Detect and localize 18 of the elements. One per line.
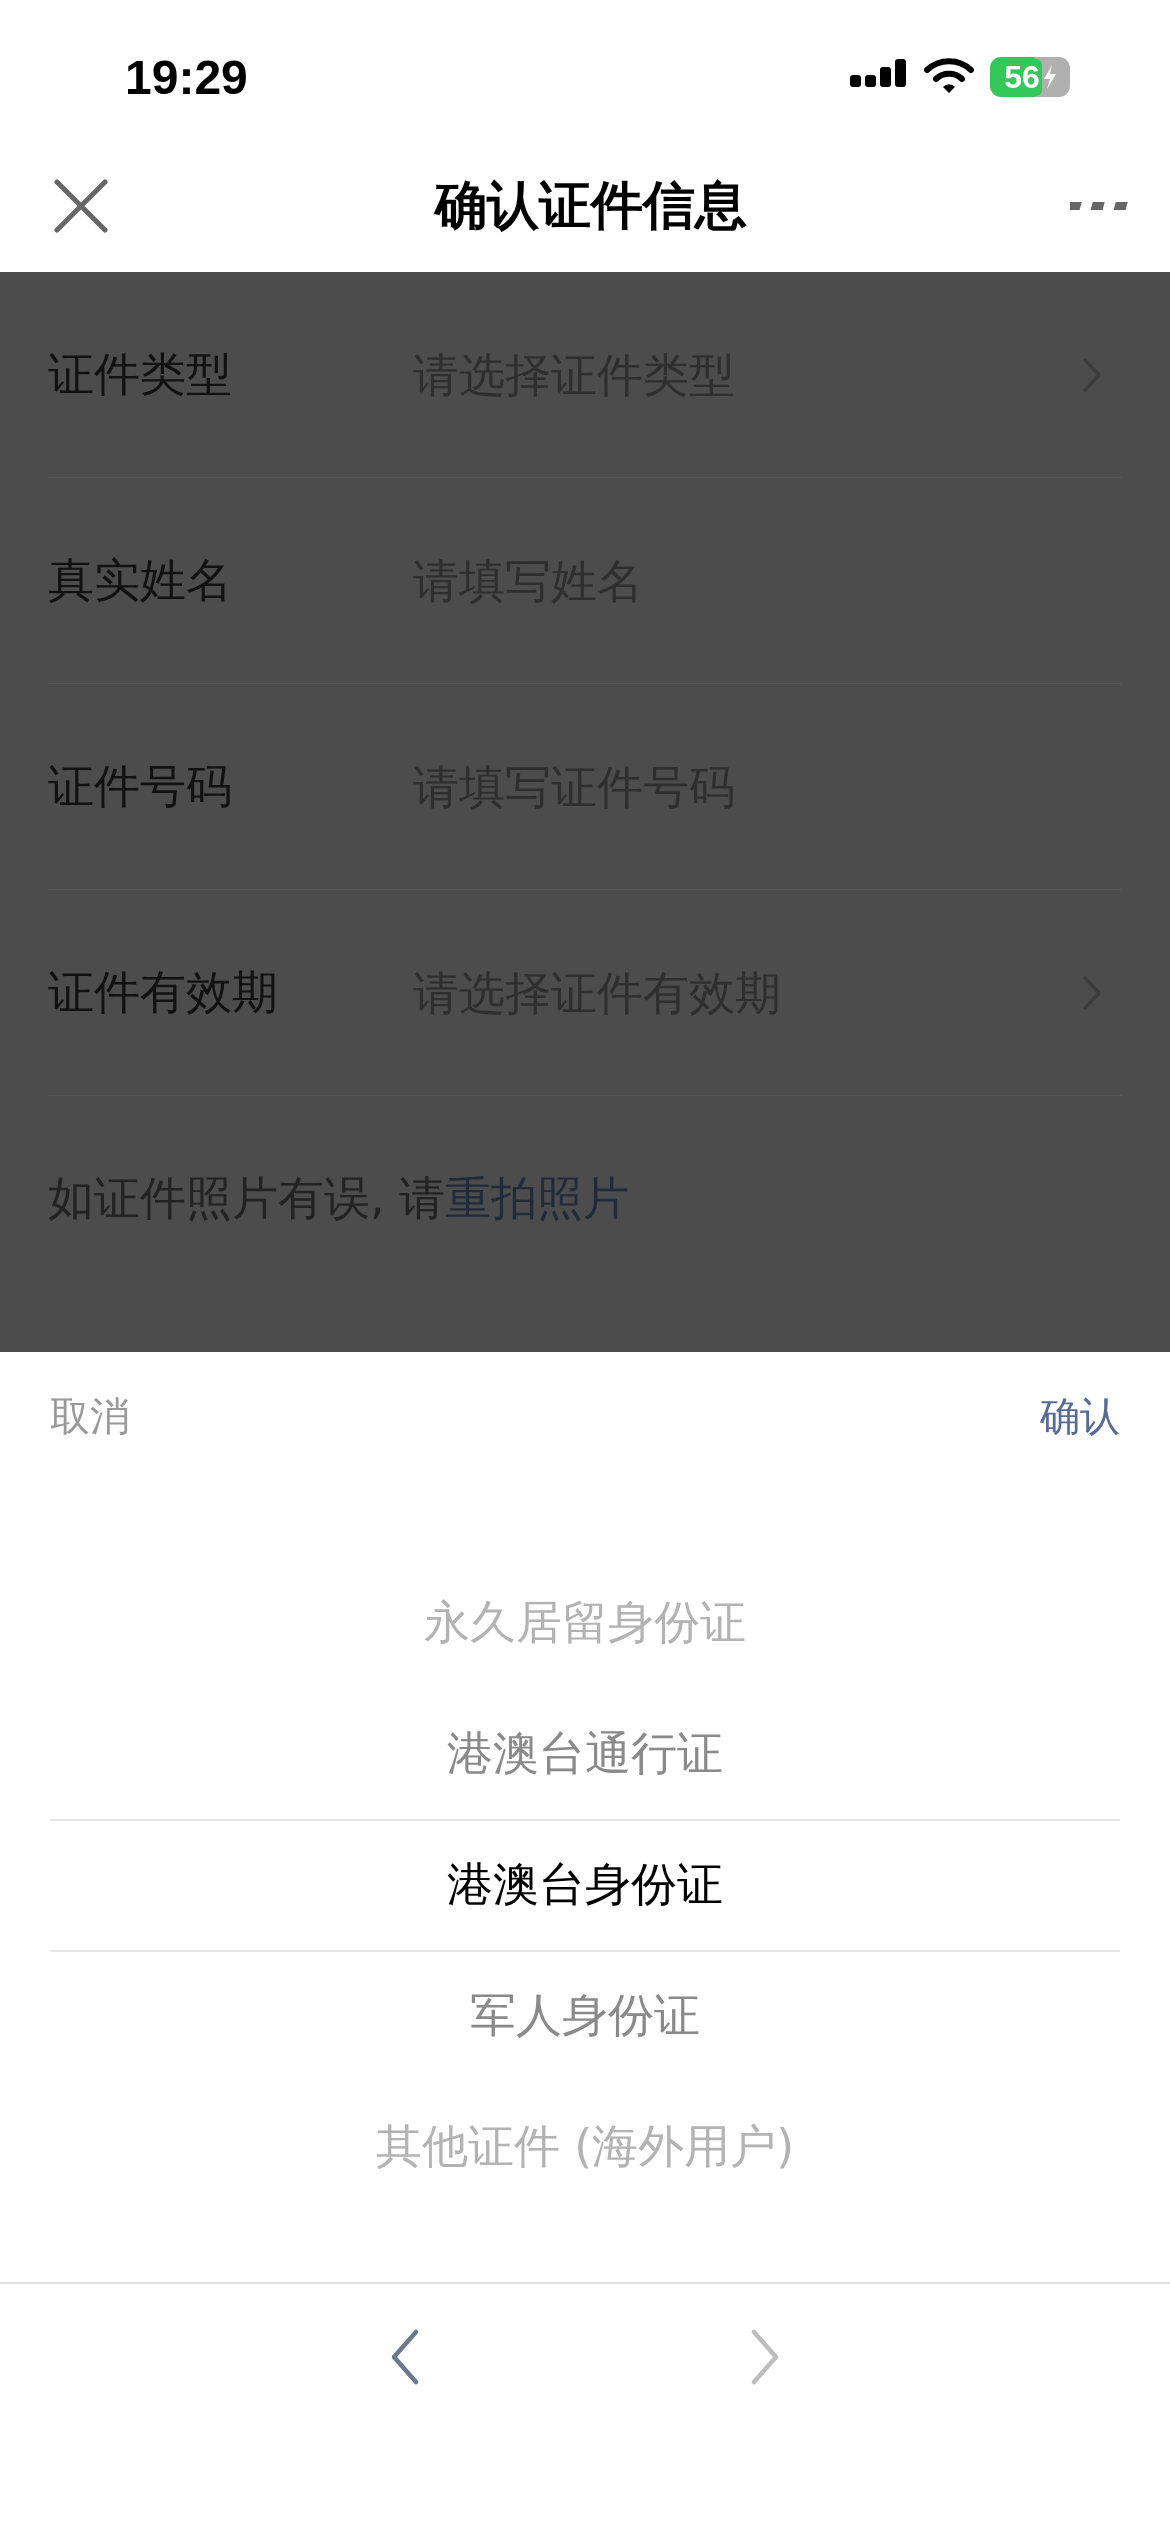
field-label: 证件号码 bbox=[48, 757, 233, 815]
status-time: 19:29 bbox=[125, 49, 248, 105]
field-label: 证件类型 bbox=[48, 345, 233, 403]
page-title: 确认证件信息 bbox=[435, 174, 747, 237]
field-label: 证件有效期 bbox=[48, 963, 279, 1021]
close-icon[interactable] bbox=[54, 179, 108, 233]
picker-option[interactable]: 军人身份证 bbox=[470, 1985, 700, 2047]
back-icon[interactable] bbox=[390, 2328, 420, 2386]
field-label: 真实姓名 bbox=[48, 551, 233, 609]
battery-icon: 56 bbox=[990, 57, 1070, 97]
picker-option[interactable]: 港澳台身份证 bbox=[447, 1854, 723, 1916]
picker-option[interactable]: 其他证件 (海外用户) bbox=[375, 2116, 795, 2178]
wifi-icon bbox=[924, 58, 974, 96]
more-icon[interactable] bbox=[1070, 201, 1128, 211]
confirm-button[interactable]: 确认 bbox=[1040, 1388, 1120, 1444]
picker-option[interactable]: 永久居留身份证 bbox=[424, 1592, 746, 1654]
cancel-button[interactable]: 取消 bbox=[50, 1388, 130, 1444]
picker-option[interactable]: 港澳台通行证 bbox=[447, 1723, 723, 1785]
